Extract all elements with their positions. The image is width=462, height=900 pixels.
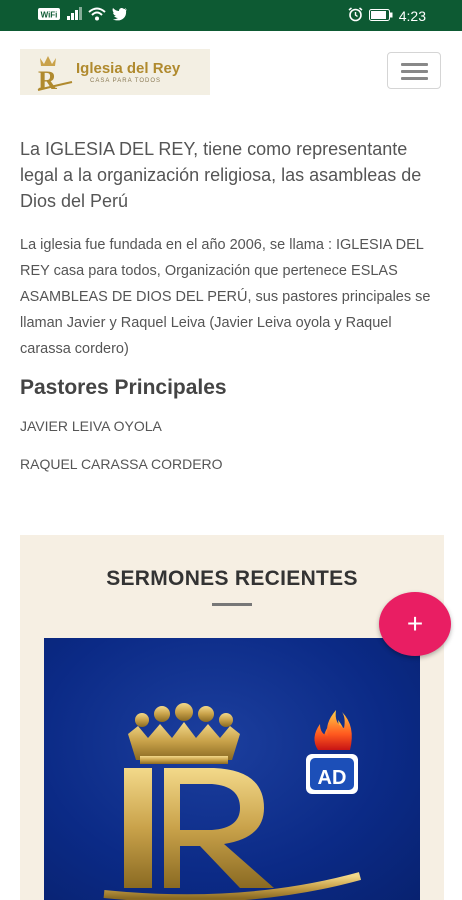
site-header: R Iglesia del Rey CASA PARA TODOS (0, 31, 462, 109)
twitter-icon (112, 7, 128, 26)
pastor-name: RAQUEL CARASSA CORDERO (20, 456, 223, 472)
pastores-heading: Pastores Principales (20, 376, 227, 399)
sermon-artwork: AD (103, 703, 362, 900)
battery-icon (368, 8, 393, 24)
asambleas-de-dios-emblem-icon: AD (306, 710, 358, 794)
add-fab-button[interactable]: + (379, 592, 451, 656)
status-right-icons: 4:23 (348, 7, 426, 25)
status-left-icons: WiFi (38, 7, 128, 26)
signal-icon (66, 7, 82, 26)
crown-r-logo-icon: R (37, 56, 73, 92)
wifi-icon (88, 7, 106, 26)
clock: 4:23 (398, 8, 426, 24)
status-bar: WiFi 4:23 (0, 0, 462, 31)
sermones-section: SERMONES RECIENTES AD (20, 535, 444, 900)
history-paragraph: La iglesia fue fundada en el año 2006, s… (20, 237, 431, 357)
plus-icon: + (406, 608, 424, 639)
lead-text: La IGLESIA DEL REY, tiene como represent… (20, 139, 422, 211)
svg-text:WiFi: WiFi (41, 11, 58, 20)
menu-toggle-button[interactable] (387, 52, 441, 89)
hd-wifi-icon: WiFi (38, 7, 60, 26)
site-logo[interactable]: R Iglesia del Rey CASA PARA TODOS (20, 49, 210, 95)
title-underline (212, 603, 252, 606)
pastor-name: JAVIER LEIVA OYOLA (20, 418, 162, 434)
logo-subtitle: CASA PARA TODOS (90, 77, 162, 84)
hamburger-icon-line (401, 77, 428, 80)
svg-text:AD: AD (318, 767, 347, 789)
logo-title: Iglesia del Rey (76, 59, 181, 77)
hamburger-icon-line (401, 70, 428, 73)
sermon-thumbnail[interactable]: AD (44, 638, 420, 900)
alarm-icon (348, 7, 363, 25)
crown-icon (128, 703, 240, 764)
sermones-title: SERMONES RECIENTES (106, 567, 358, 590)
hamburger-icon (401, 63, 428, 66)
about-section: La IGLESIA DEL REY, tiene como represent… (20, 136, 445, 362)
